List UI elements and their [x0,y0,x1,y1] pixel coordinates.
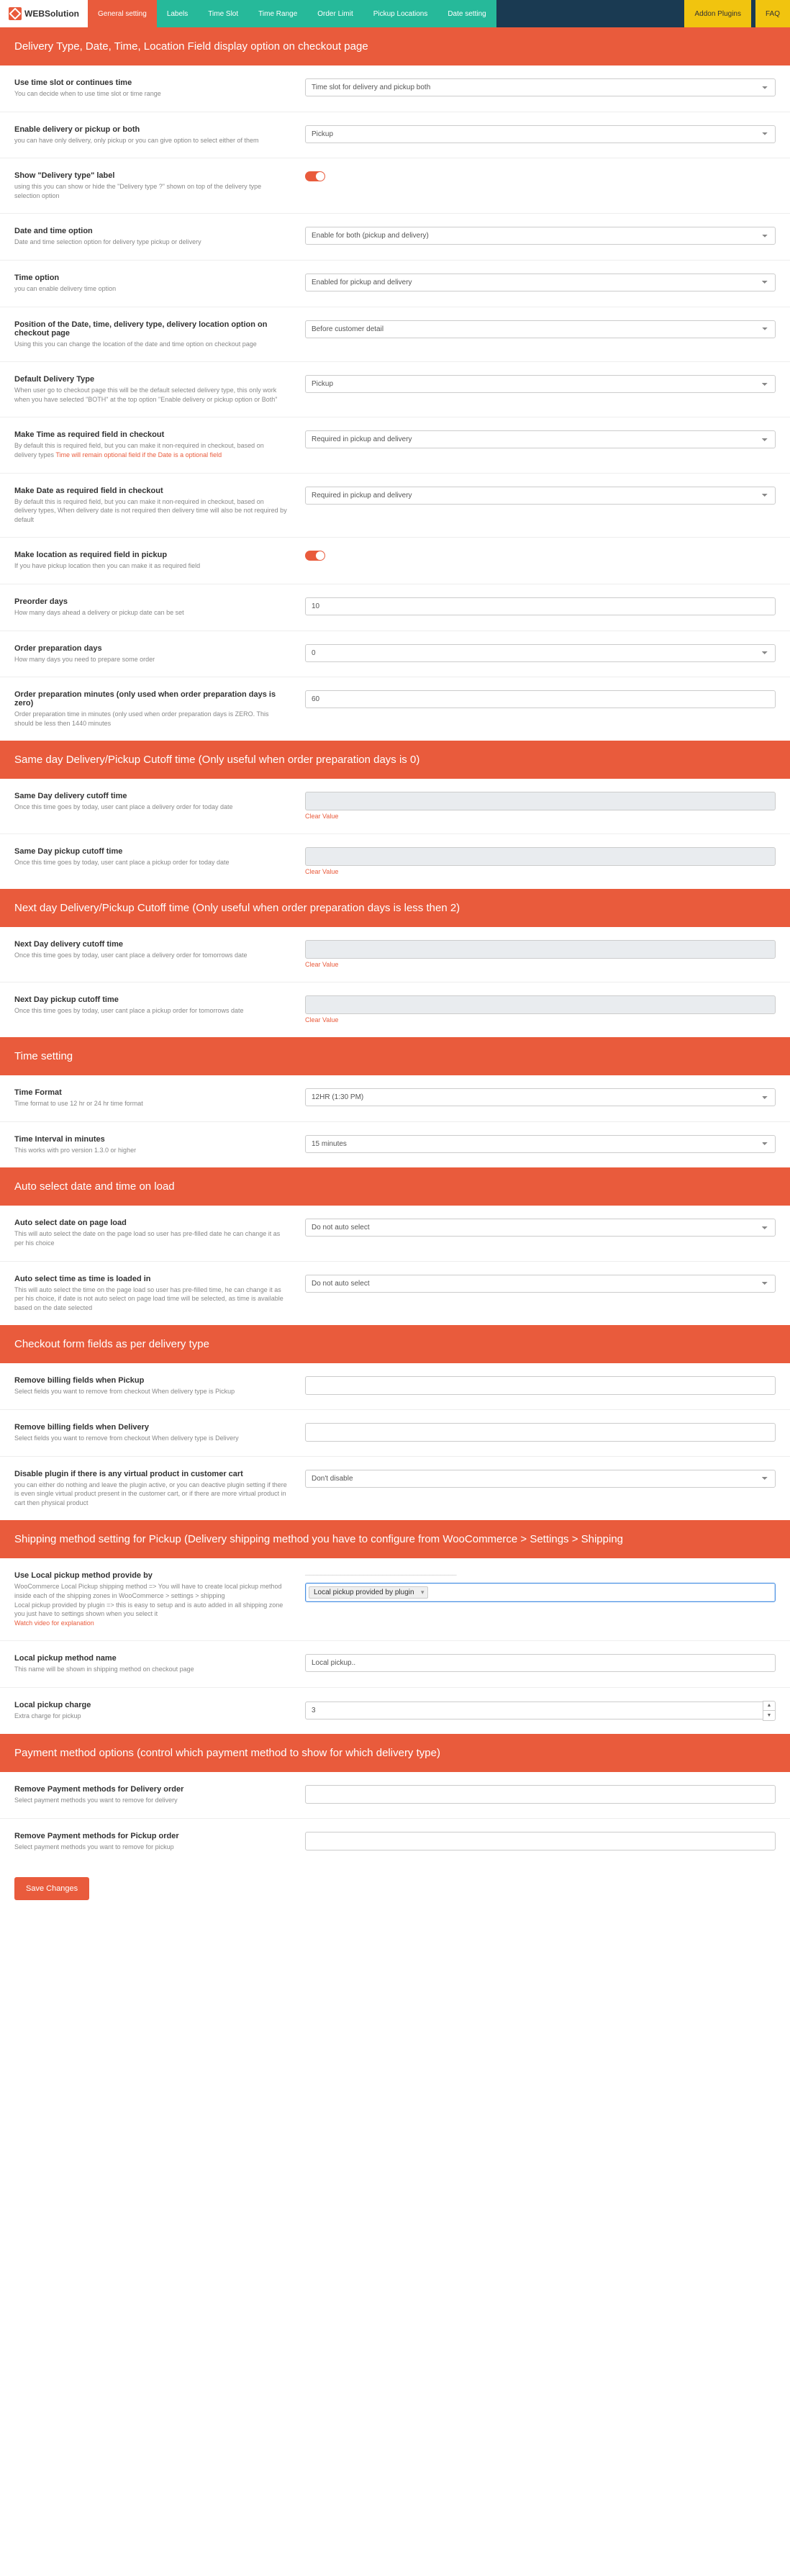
make-date-req-label: Make Date as required field in checkout [14,487,288,495]
section-checkout-fields: Checkout form fields as per delivery typ… [0,1325,790,1363]
use-time-slot-label: Use time slot or continues time [14,78,288,87]
default-type-label: Default Delivery Type [14,375,288,384]
time-opt-label: Time option [14,274,288,282]
position-select[interactable]: Before customer detail [305,320,776,338]
prep-min-label: Order preparation minutes (only used whe… [14,690,288,708]
time-interval-select[interactable]: 15 minutes [305,1135,776,1153]
nav-time-range[interactable]: Time Range [248,0,307,27]
auto-time-label: Auto select time as time is loaded in [14,1275,288,1283]
local-charge-spinner[interactable]: ▲▼ [763,1701,776,1721]
rm-pay-del-label: Remove Payment methods for Delivery orde… [14,1785,288,1794]
auto-time-select[interactable]: Do not auto select [305,1275,776,1293]
section-same-day: Same day Delivery/Pickup Cutoff time (On… [0,741,790,779]
next-pick-cut-clear[interactable]: Clear Value [305,1016,338,1023]
auto-date-label: Auto select date on page load [14,1219,288,1227]
rm-pay-pick-label: Remove Payment methods for Pickup order [14,1832,288,1840]
use-local-pickup-select[interactable]: Local pickup provided by plugin [305,1583,776,1602]
spinner-up-icon: ▲ [763,1701,775,1711]
rm-bill-delivery-select[interactable] [305,1423,776,1442]
local-charge-input[interactable] [305,1701,763,1719]
show-label-label: Show "Delivery type" label [14,171,288,180]
position-label: Position of the Date, time, delivery typ… [14,320,288,338]
preorder-input[interactable] [305,597,776,615]
section-auto-select: Auto select date and time on load [0,1167,790,1206]
disable-virtual-select[interactable]: Don't disable [305,1470,776,1488]
use-local-pickup-label: Use Local pickup method provide by [14,1571,288,1580]
show-label-toggle[interactable] [305,171,325,181]
logo-text: WEBSolution [24,9,79,19]
make-loc-req-toggle[interactable] [305,551,325,561]
enable-delivery-label: Enable delivery or pickup or both [14,125,288,134]
same-pick-cut-label: Same Day pickup cutoff time [14,847,288,856]
local-name-label: Local pickup method name [14,1654,288,1663]
top-nav: WEBSolution General setting Labels Time … [0,0,790,27]
same-del-cut-label: Same Day delivery cutoff time [14,792,288,800]
hint-line: ─────────────────────────────────────── [305,1571,776,1578]
rm-bill-pickup-select[interactable] [305,1376,776,1395]
time-opt-select[interactable]: Enabled for pickup and delivery [305,274,776,292]
section-time-setting: Time setting [0,1037,790,1075]
date-time-opt-select[interactable]: Enable for both (pickup and delivery) [305,227,776,245]
same-pick-cut-clear[interactable]: Clear Value [305,868,338,875]
auto-date-select[interactable]: Do not auto select [305,1219,776,1237]
next-del-cut-input[interactable] [305,940,776,959]
save-button[interactable]: Save Changes [14,1877,89,1900]
rm-pay-pick-select[interactable] [305,1832,776,1850]
nav-order-limit[interactable]: Order Limit [307,0,363,27]
same-del-cut-clear[interactable]: Clear Value [305,813,338,820]
make-time-req-label: Make Time as required field in checkout [14,430,288,439]
nav-time-slot[interactable]: Time Slot [198,0,248,27]
prep-min-input[interactable] [305,690,776,708]
section-delivery-type: Delivery Type, Date, Time, Location Fiel… [0,27,790,65]
same-del-cut-input[interactable] [305,792,776,810]
logo-icon [9,7,22,20]
nav-faq[interactable]: FAQ [755,0,790,27]
nav-date-setting[interactable]: Date setting [437,0,496,27]
preorder-label: Preorder days [14,597,288,606]
prep-days-label: Order preparation days [14,644,288,653]
logo: WEBSolution [0,0,88,27]
next-pick-cut-label: Next Day pickup cutoff time [14,995,288,1004]
next-del-cut-clear[interactable]: Clear Value [305,961,338,968]
enable-delivery-select[interactable]: Pickup [305,125,776,143]
next-pick-cut-input[interactable] [305,995,776,1014]
section-next-day: Next day Delivery/Pickup Cutoff time (On… [0,889,790,927]
date-time-opt-label: Date and time option [14,227,288,235]
section-shipping: Shipping method setting for Pickup (Deli… [0,1520,790,1558]
rm-bill-delivery-label: Remove billing fields when Delivery [14,1423,288,1432]
time-format-label: Time Format [14,1088,288,1097]
make-loc-req-label: Make location as required field in picku… [14,551,288,559]
section-payment: Payment method options (control which pa… [0,1734,790,1772]
nav-addon-plugins[interactable]: Addon Plugins [684,0,751,27]
local-charge-label: Local pickup charge [14,1701,288,1709]
make-time-req-select[interactable]: Required in pickup and delivery [305,430,776,448]
nav-labels[interactable]: Labels [157,0,198,27]
same-pick-cut-input[interactable] [305,847,776,866]
time-format-select[interactable]: 12HR (1:30 PM) [305,1088,776,1106]
next-del-cut-label: Next Day delivery cutoff time [14,940,288,949]
disable-virtual-label: Disable plugin if there is any virtual p… [14,1470,288,1478]
time-interval-label: Time Interval in minutes [14,1135,288,1144]
make-date-req-select[interactable]: Required in pickup and delivery [305,487,776,505]
rm-pay-del-select[interactable] [305,1785,776,1804]
nav-pickup-locations[interactable]: Pickup Locations [363,0,438,27]
spinner-down-icon: ▼ [763,1711,775,1720]
default-type-select[interactable]: Pickup [305,375,776,393]
prep-days-select[interactable]: 0 [305,644,776,662]
local-name-input[interactable] [305,1654,776,1672]
use-time-slot-select[interactable]: Time slot for delivery and pickup both [305,78,776,96]
nav-general-setting[interactable]: General setting [88,0,157,27]
rm-bill-pickup-label: Remove billing fields when Pickup [14,1376,288,1385]
watch-video-link[interactable]: Watch video for explanation [14,1619,94,1627]
